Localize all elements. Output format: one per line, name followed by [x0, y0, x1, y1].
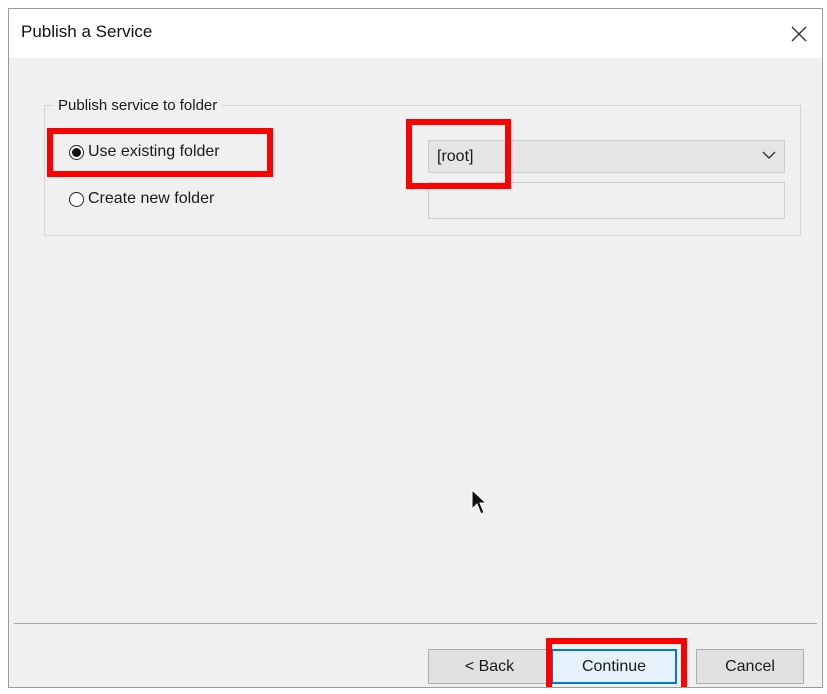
publish-service-dialog: Publish a Service Publish service to fol… — [8, 8, 823, 688]
use-existing-folder-option[interactable]: Use existing folder — [69, 143, 220, 161]
dialog-title: Publish a Service — [21, 22, 153, 41]
groupbox-legend: Publish service to folder — [53, 97, 223, 114]
mouse-pointer-icon — [471, 489, 487, 515]
cancel-button[interactable]: Cancel — [696, 649, 804, 684]
new-folder-name-input[interactable] — [428, 182, 785, 219]
back-button[interactable]: < Back — [428, 649, 551, 684]
cancel-button-label: Cancel — [725, 657, 775, 675]
use-existing-folder-label: Use existing folder — [88, 143, 220, 160]
create-new-folder-radio[interactable] — [69, 191, 84, 207]
title-bar: Publish a Service — [9, 9, 822, 58]
close-icon — [791, 26, 807, 41]
create-new-folder-label: Create new folder — [88, 190, 215, 207]
close-button[interactable] — [776, 9, 822, 58]
folder-select-value: [root] — [437, 148, 474, 165]
use-existing-folder-radio[interactable] — [69, 144, 84, 160]
create-new-folder-option[interactable]: Create new folder — [69, 190, 214, 208]
back-button-label: < Back — [464, 657, 515, 675]
continue-button-label: Continue — [581, 657, 647, 675]
continue-button[interactable]: Continue — [551, 649, 677, 684]
radio-selected-dot — [72, 147, 81, 157]
footer-separator — [14, 623, 817, 624]
folder-select[interactable]: [root] — [428, 140, 785, 173]
chevron-down-icon — [762, 151, 776, 159]
